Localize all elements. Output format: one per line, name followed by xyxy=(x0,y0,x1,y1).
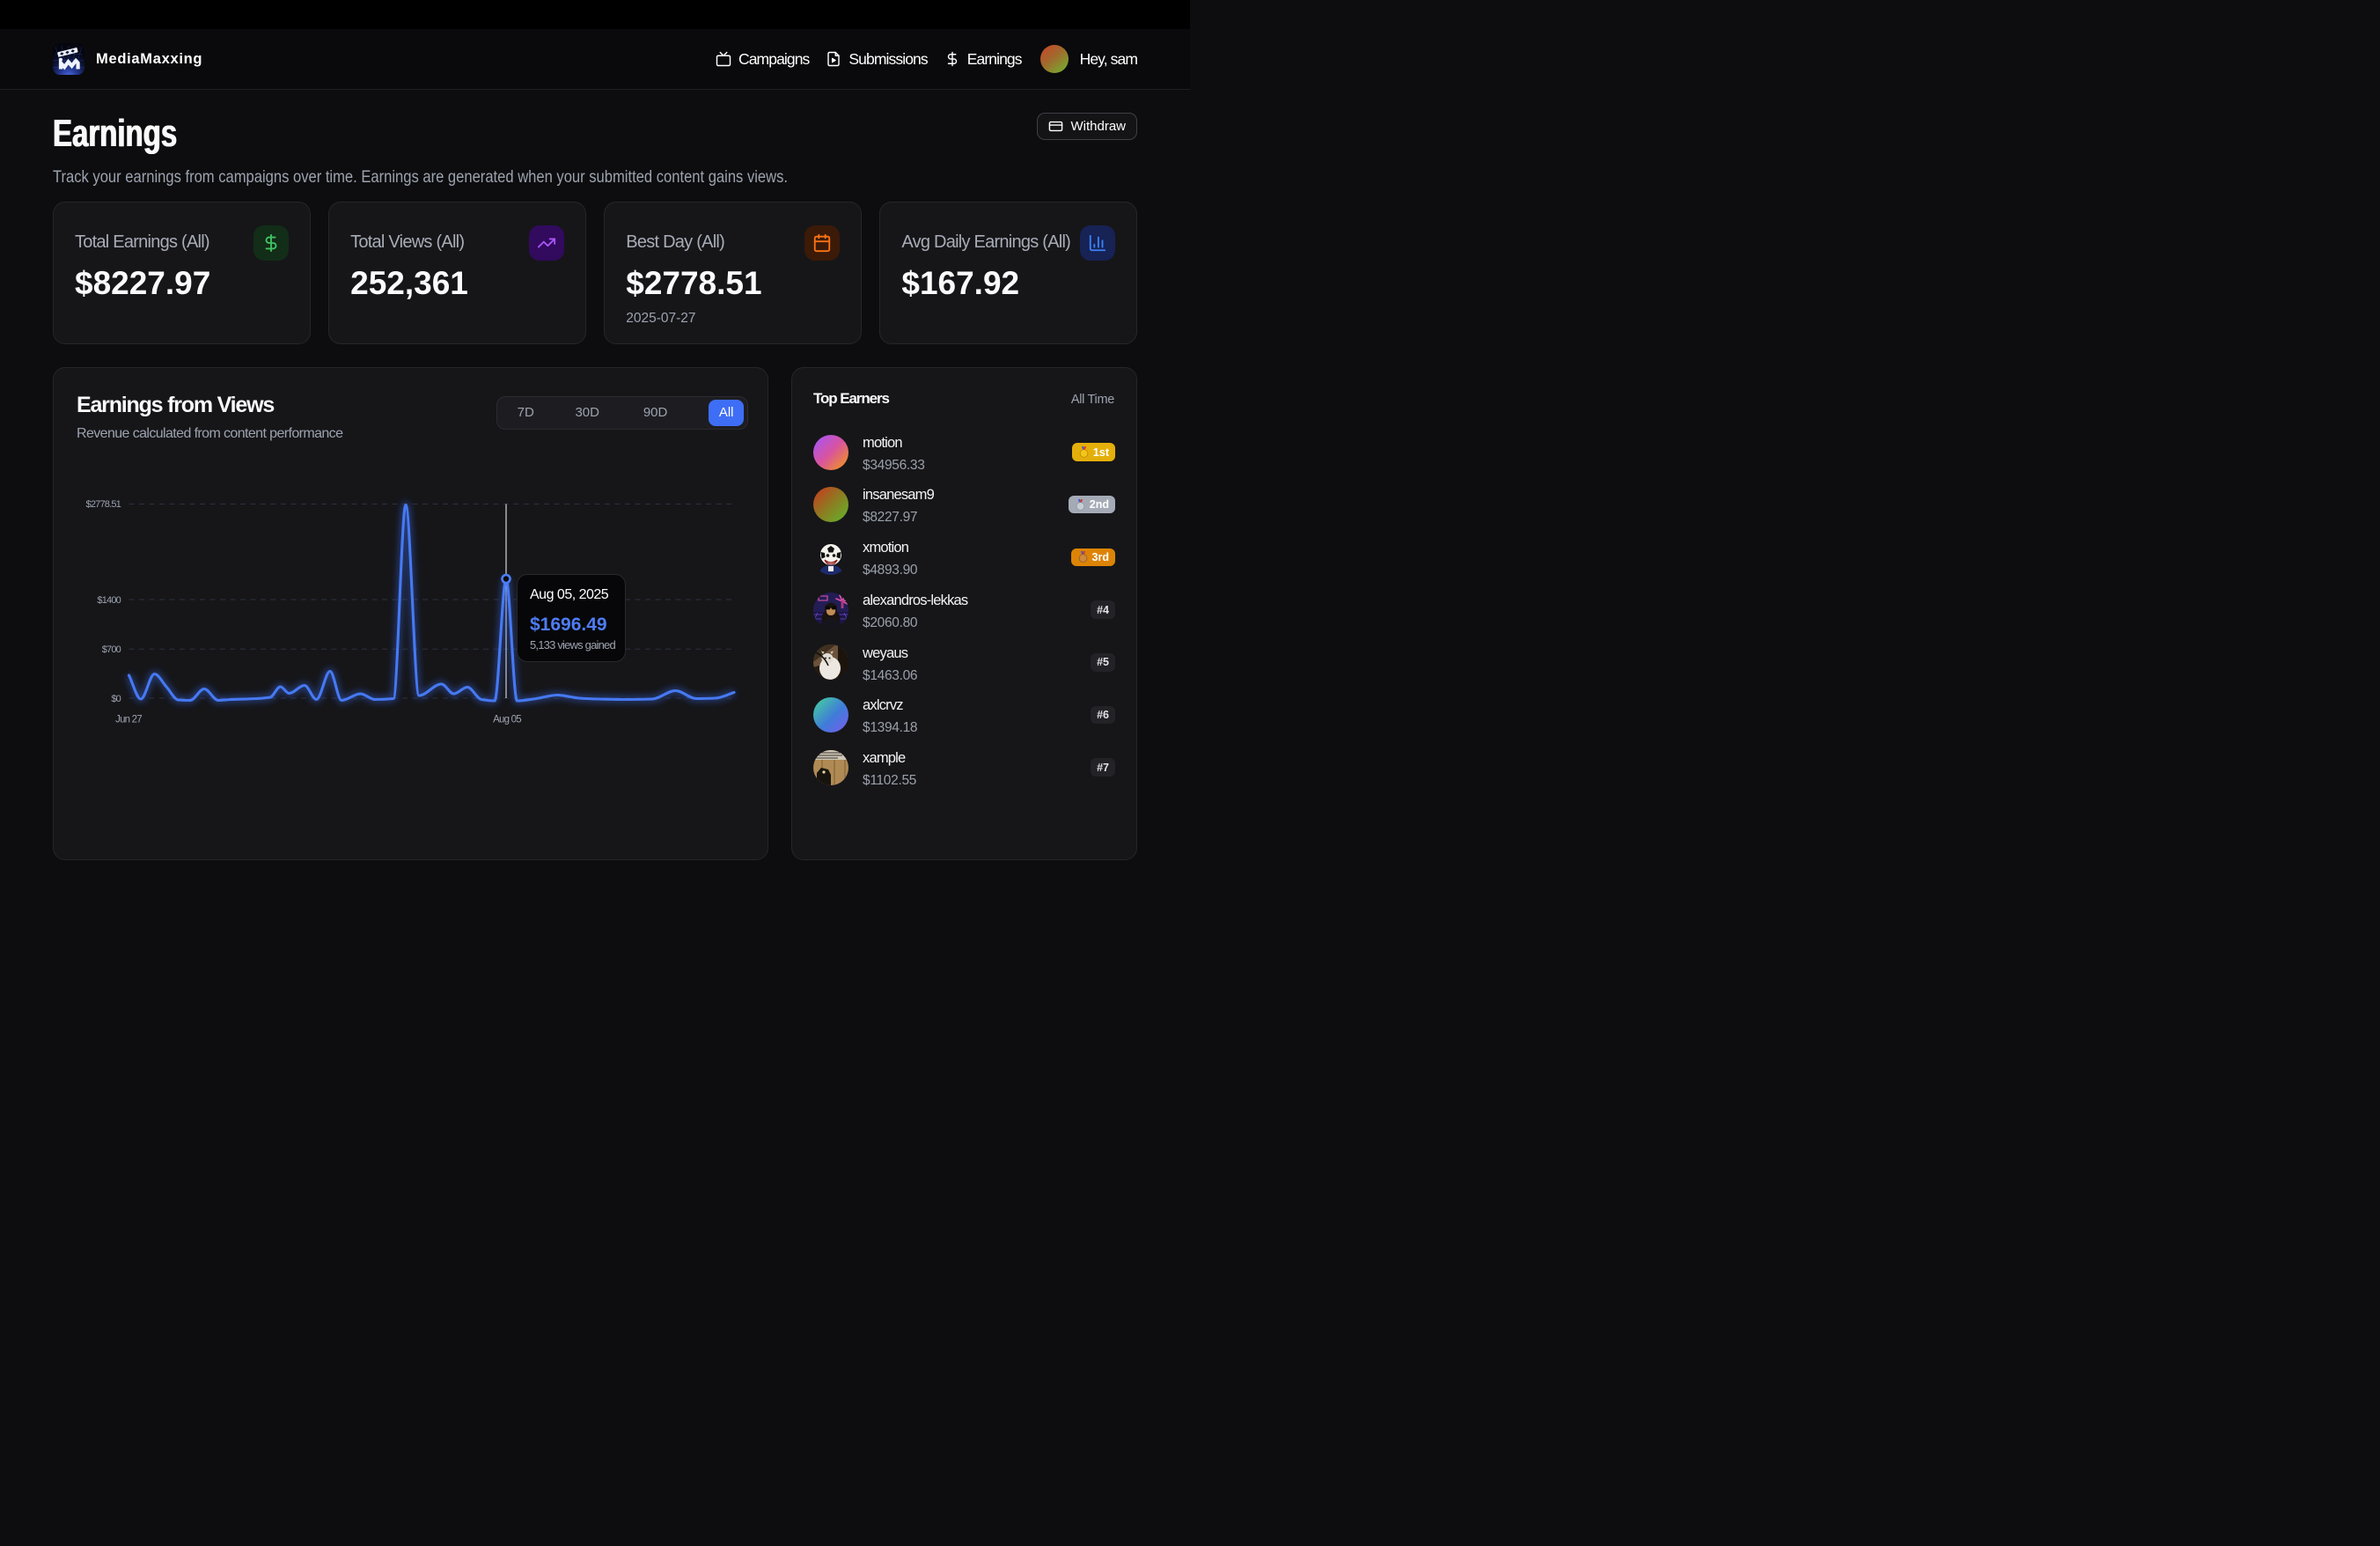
svg-text:$0: $0 xyxy=(111,694,121,704)
svg-text:$700: $700 xyxy=(102,644,121,655)
svg-text:$1400: $1400 xyxy=(97,595,121,606)
svg-text:Jun 27: Jun 27 xyxy=(115,714,142,725)
svg-text:$2778.51: $2778.51 xyxy=(86,499,121,510)
svg-text:Aug 05: Aug 05 xyxy=(493,714,521,725)
